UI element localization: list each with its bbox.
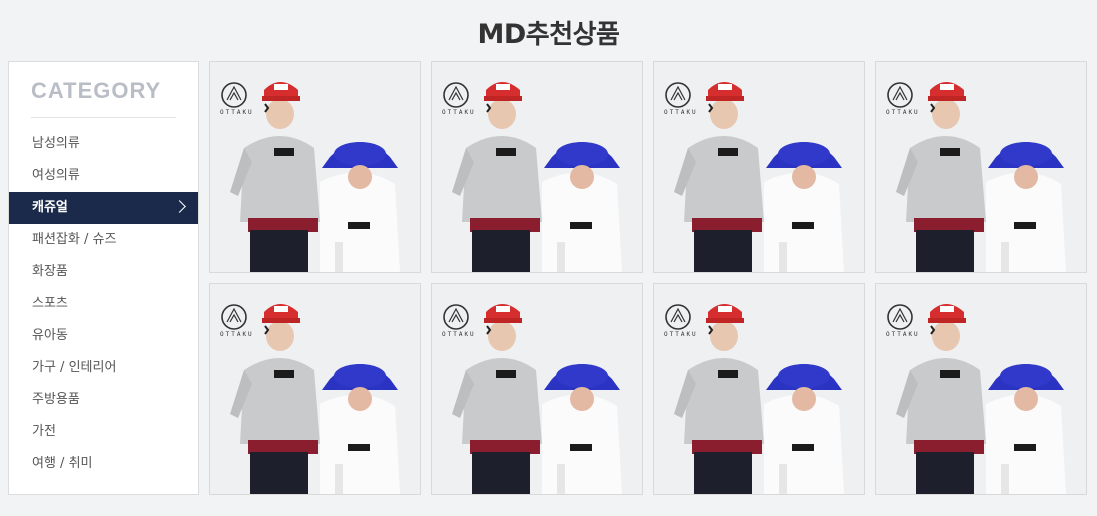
product-photo	[654, 62, 864, 272]
brand-logo-text: OTTAKU	[664, 109, 698, 116]
sidebar-item[interactable]: 가전	[9, 416, 198, 448]
sidebar-item[interactable]: 주방용품	[9, 384, 198, 416]
brand-logo-text: OTTAKU	[442, 331, 476, 338]
category-divider	[31, 117, 176, 118]
product-photo	[876, 62, 1086, 272]
category-heading: CATEGORY	[31, 78, 162, 103]
sidebar-item-label: 화장품	[32, 264, 68, 279]
sidebar-item-label: 패션잡화 / 슈즈	[32, 232, 117, 247]
sidebar-item-label: 가전	[32, 424, 56, 439]
brand-logo-text: OTTAKU	[886, 109, 920, 116]
product-card[interactable]: OTTAKU	[875, 283, 1087, 495]
product-photo	[432, 62, 642, 272]
sidebar-item[interactable]: 남성의류	[9, 128, 198, 160]
sidebar-item[interactable]: 패션잡화 / 슈즈	[9, 224, 198, 256]
product-photo	[432, 284, 642, 494]
sidebar-item-label: 주방용품	[32, 392, 80, 407]
brand-logo-text: OTTAKU	[220, 109, 254, 116]
chevron-right-icon	[173, 200, 186, 213]
sidebar-item-label: 캐쥬얼	[32, 200, 68, 215]
sidebar-item[interactable]: 여행 / 취미	[9, 448, 198, 480]
sidebar-item-label: 남성의류	[32, 136, 80, 151]
sidebar-item[interactable]: 캐쥬얼	[9, 192, 198, 224]
product-card[interactable]: OTTAKU	[431, 283, 643, 495]
brand-logo-text: OTTAKU	[220, 331, 254, 338]
product-card[interactable]: OTTAKU	[653, 283, 865, 495]
brand-logo-text: OTTAKU	[442, 109, 476, 116]
sidebar-item-label: 유아동	[32, 328, 68, 343]
sidebar-item[interactable]: 가구 / 인테리어	[9, 352, 198, 384]
product-photo	[210, 284, 420, 494]
sidebar-item-label: 여행 / 취미	[32, 456, 93, 471]
sidebar-item-label: 가구 / 인테리어	[32, 360, 117, 375]
sidebar-item[interactable]: 화장품	[9, 256, 198, 288]
brand-logo-text: OTTAKU	[664, 331, 698, 338]
product-card[interactable]: OTTAKU	[209, 61, 421, 273]
product-card[interactable]: OTTAKU	[875, 61, 1087, 273]
sidebar-item-label: 스포츠	[32, 296, 68, 311]
product-card[interactable]: OTTAKU	[431, 61, 643, 273]
product-card[interactable]: OTTAKU	[209, 283, 421, 495]
title-rest: 추천상품	[525, 20, 620, 50]
sidebar-item[interactable]: 여성의류	[9, 160, 198, 192]
title-md: MD	[477, 19, 527, 50]
product-card[interactable]: OTTAKU	[653, 61, 865, 273]
product-photo	[876, 284, 1086, 494]
category-sidebar: CATEGORY 남성의류여성의류캐쥬얼패션잡화 / 슈즈화장품스포츠유아동가구…	[8, 61, 199, 495]
product-photo	[210, 62, 420, 272]
category-list: 남성의류여성의류캐쥬얼패션잡화 / 슈즈화장품스포츠유아동가구 / 인테리어주방…	[9, 128, 198, 480]
brand-logo-text: OTTAKU	[886, 331, 920, 338]
sidebar-item[interactable]: 스포츠	[9, 288, 198, 320]
page-title: MD추천상품	[0, 14, 1097, 51]
sidebar-item[interactable]: 유아동	[9, 320, 198, 352]
product-photo	[654, 284, 864, 494]
sidebar-item-label: 여성의류	[32, 168, 80, 183]
